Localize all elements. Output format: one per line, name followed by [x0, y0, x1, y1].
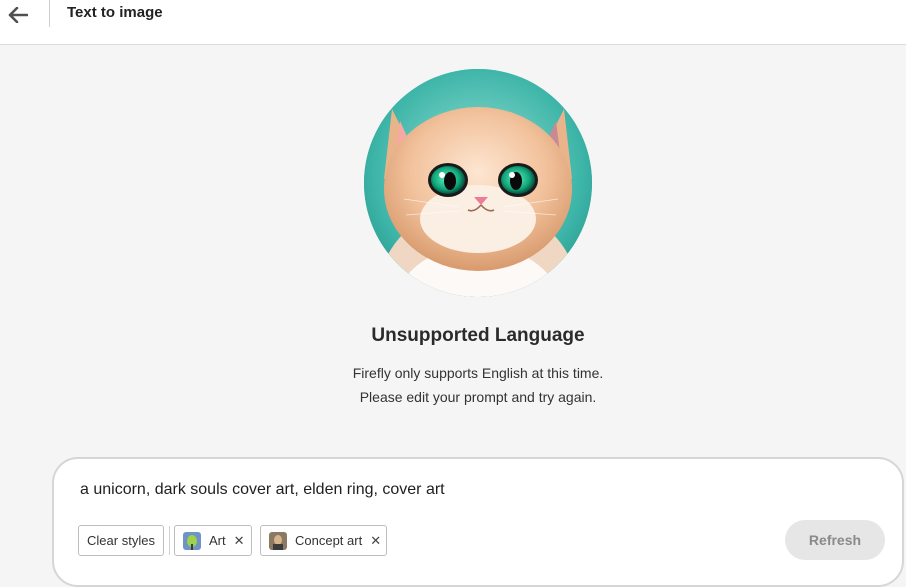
style-chip-label: Concept art: [295, 533, 363, 548]
clear-styles-button[interactable]: Clear styles: [78, 525, 164, 556]
concept-art-thumbnail-icon: [269, 531, 287, 550]
art-thumbnail-icon: [183, 531, 201, 550]
style-chip-concept-art[interactable]: Concept art ✕: [260, 525, 387, 556]
error-title: Unsupported Language: [371, 325, 585, 346]
error-message-line-2: Please edit your prompt and try again.: [359, 389, 597, 405]
app-header: Text to image: [0, 0, 906, 45]
header-divider: [49, 0, 50, 27]
style-chip-label: Art: [209, 533, 226, 548]
style-chip-art[interactable]: Art ✕: [174, 525, 252, 556]
generated-kitten-image: [364, 69, 592, 297]
arrow-left-icon: [8, 7, 28, 23]
page-title: Text to image: [67, 4, 163, 21]
close-icon[interactable]: ✕: [234, 533, 245, 549]
chip-divider: [169, 526, 170, 555]
refresh-button[interactable]: Refresh: [785, 520, 885, 560]
prompt-input[interactable]: a unicorn, dark souls cover art, elden r…: [80, 481, 445, 499]
close-icon[interactable]: ✕: [370, 533, 381, 549]
back-button[interactable]: [4, 2, 32, 28]
error-message-line-1: Firefly only supports English at this ti…: [352, 365, 604, 381]
